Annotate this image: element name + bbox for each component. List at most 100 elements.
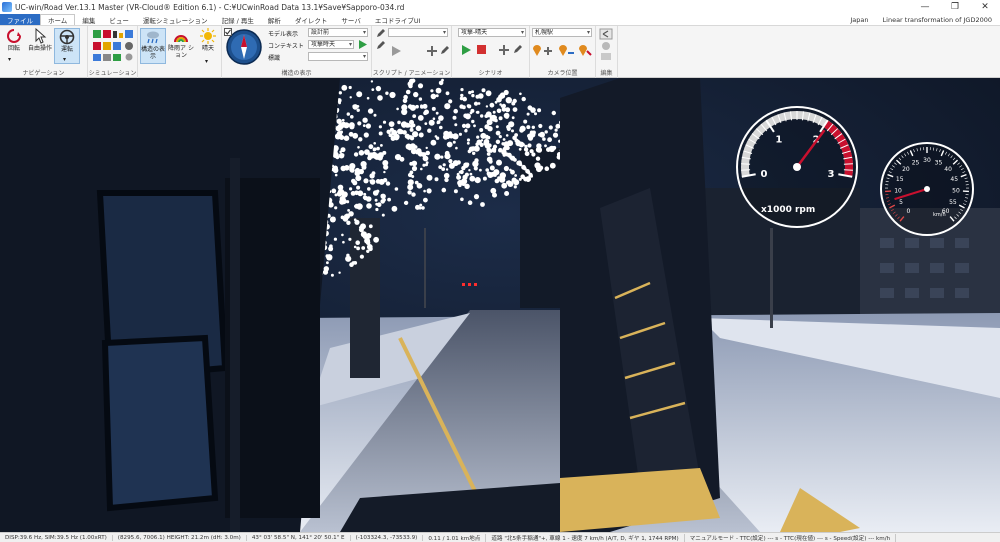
snow-flake (513, 179, 520, 186)
snow-flake (474, 177, 481, 184)
tab-drive-simulation[interactable]: 運転シミュレーション (136, 14, 215, 25)
stop-scenario-icon[interactable] (476, 44, 487, 55)
snow-flake (468, 90, 472, 95)
window-controls: — ❐ ✕ (910, 0, 1000, 14)
tab-direct[interactable]: ダ゙イレクト (288, 14, 335, 25)
drive-button[interactable]: 運転 (54, 28, 80, 64)
add-scenario-icon[interactable] (498, 44, 510, 56)
scene-display-button[interactable]: 構造の表示 (140, 28, 166, 64)
snow-flake (554, 128, 558, 132)
snow-flake (377, 95, 383, 101)
simulation-tools-icons[interactable] (92, 29, 136, 63)
tab-edit[interactable]: 編集 (75, 14, 102, 25)
rotate-dropdown-icon[interactable]: ▾ (8, 56, 11, 63)
snow-flake (548, 125, 553, 130)
play-script-icon[interactable] (390, 45, 402, 57)
sunny-dropdown-icon[interactable]: ▾ (205, 58, 208, 65)
snow-flake (485, 105, 489, 108)
snow-flake (337, 184, 344, 191)
checkbox-icon[interactable] (224, 28, 232, 36)
play-scenario-icon[interactable] (460, 44, 472, 56)
play-context-icon[interactable] (357, 39, 368, 50)
group-script-animation: スクリプト / アニメーション (372, 26, 452, 78)
edit-script-icon[interactable] (440, 45, 450, 55)
snow-flake (378, 131, 383, 136)
snow-flake (464, 183, 470, 189)
snow-flake (507, 140, 514, 147)
snow-flake (351, 178, 356, 184)
drive-dropdown-icon[interactable]: ▾ (63, 56, 66, 63)
snow-flake (356, 246, 360, 251)
minimize-button[interactable]: — (910, 0, 940, 14)
snow-flake (349, 168, 355, 173)
tab-server[interactable]: サーバ (334, 14, 367, 25)
tab-record-playback[interactable]: 記録 / 再生 (215, 14, 261, 25)
snow-flake (458, 132, 462, 136)
add-script-icon[interactable] (426, 45, 438, 57)
speedometer-unit: km/h (933, 212, 946, 218)
snow-flake (388, 121, 395, 127)
status-mode: マニュアルモード - TTC(設定) --- s - TTC(現在値) --- … (685, 533, 897, 542)
sign-combo[interactable] (308, 52, 368, 61)
free-operation-button[interactable]: 自由操作 (28, 28, 52, 64)
snow-flake (499, 176, 503, 181)
tab-ecodrive-ui[interactable]: エコドライブUI (368, 14, 428, 25)
snow-flake (336, 191, 343, 197)
rotate-button[interactable]: 回転 (2, 28, 26, 64)
snow-flake (492, 144, 498, 149)
snow-flake (448, 131, 452, 135)
group-navigation: 回転 自由操作 運転 ▾ ▾ ナビゲーション (0, 26, 88, 78)
edit-tools-icons[interactable] (599, 28, 615, 64)
snow-flake (511, 129, 514, 133)
snow-flake (510, 169, 515, 175)
group-edit: 編集 (596, 26, 618, 78)
snow-flake (443, 172, 450, 179)
script-combo[interactable] (388, 28, 448, 37)
snow-flake (448, 159, 453, 164)
scenario-combo[interactable]: 攻撃-晴天 (458, 28, 526, 37)
camera-position-combo[interactable]: 札幌駅 (532, 28, 592, 37)
close-button[interactable]: ✕ (970, 0, 1000, 14)
context-combo[interactable]: 攻撃時天 (308, 40, 354, 49)
snow-flake (373, 113, 377, 117)
rain-action-label: 降雨ア ション (168, 45, 194, 59)
snow-flake (364, 149, 370, 155)
pencil-icon-2[interactable] (376, 40, 386, 50)
snow-flake (551, 110, 556, 116)
maximize-button[interactable]: ❐ (940, 0, 970, 14)
model-display-combo[interactable]: 設計前 (308, 28, 368, 37)
snow-flake (496, 98, 500, 102)
tab-view[interactable]: ビュー (102, 14, 136, 25)
snow-flake (436, 120, 441, 124)
drive-label: 運転 (60, 46, 73, 53)
steering-wheel-icon (59, 29, 75, 45)
snow-flake (334, 133, 342, 140)
snow-flake (425, 161, 429, 164)
snow-flake (454, 123, 458, 127)
snow-flake (475, 111, 479, 114)
snow-flake (404, 122, 410, 128)
snow-flake (376, 189, 380, 193)
snow-flake (366, 96, 370, 100)
snow-flake (456, 172, 460, 176)
pencil-icon[interactable] (376, 28, 386, 38)
tab-home[interactable]: ホーム (40, 14, 76, 25)
snow-flake (538, 123, 543, 129)
3d-viewport[interactable]: x1000 rpm 0 1 2 3 0510152025303540455055… (0, 78, 1000, 532)
edit-scenario-icon[interactable] (513, 44, 523, 54)
snow-flake (362, 124, 366, 127)
snow-flake (538, 133, 542, 137)
speedometer-tick-label: 45 (950, 176, 958, 183)
snow-flake (427, 128, 432, 133)
snow-flake (348, 85, 352, 90)
snow-flake (442, 163, 446, 167)
snow-flake (354, 203, 360, 209)
snow-flake (492, 192, 497, 198)
camera-position-icons[interactable] (532, 43, 592, 57)
snow-flake (484, 114, 489, 118)
snow-flake (499, 92, 506, 98)
tab-file[interactable]: ファイル (0, 14, 40, 25)
menu-right-info: Japan Linear transformation of JGD2000 (850, 14, 992, 26)
rain-action-button[interactable]: 降雨ア ション (168, 28, 194, 64)
tab-analysis[interactable]: 解析 (261, 14, 288, 25)
